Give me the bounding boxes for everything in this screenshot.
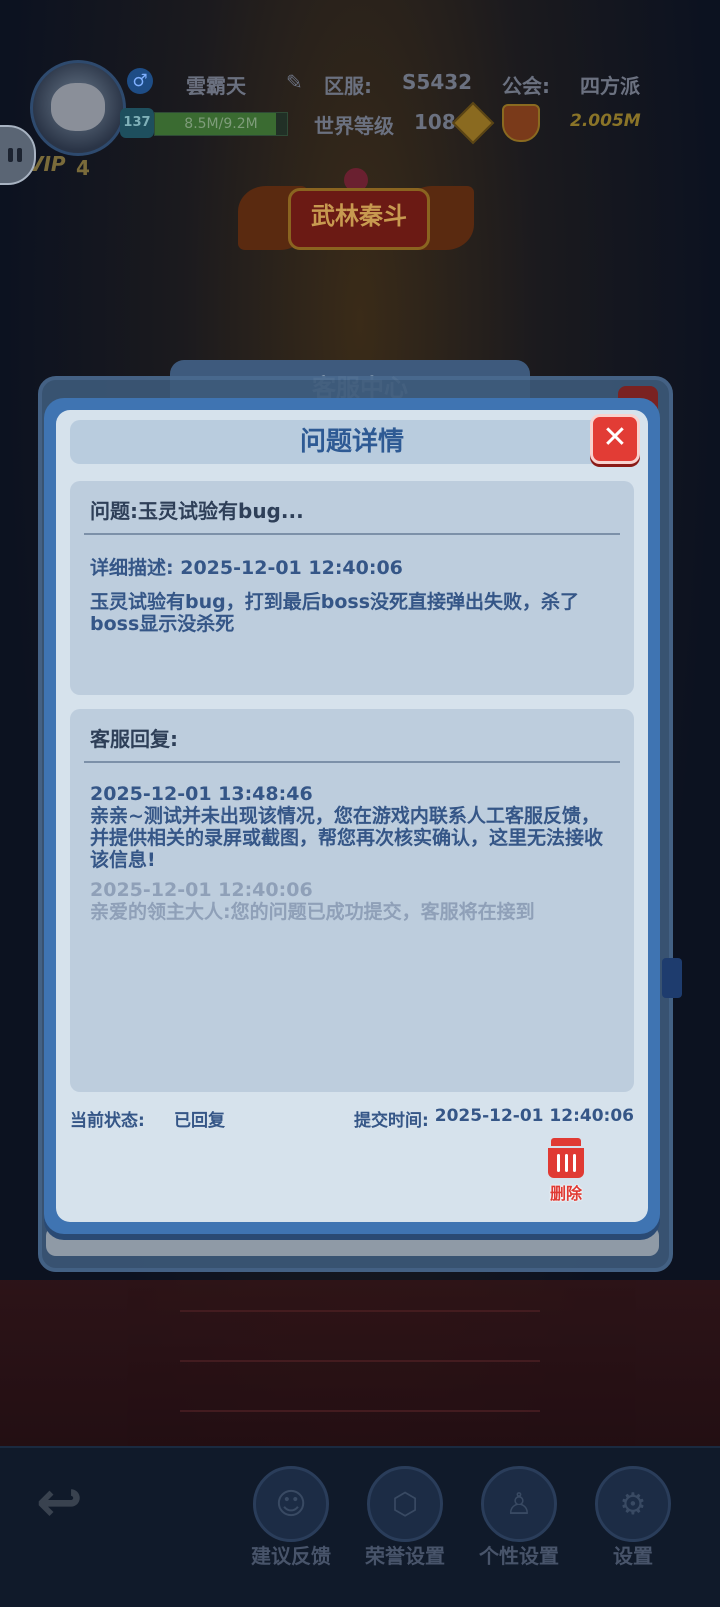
nav-personal-settings[interactable]: ♙ 个性设置	[474, 1466, 564, 1569]
event-banner-title: 武林秦斗	[288, 188, 430, 250]
reply-panel[interactable]: 客服回复: 2025-12-01 13:48:46 亲亲~测试并未出现该情况，您…	[70, 709, 634, 1092]
delete-label: 删除	[549, 1184, 582, 1203]
delete-button[interactable]: 删除	[540, 1138, 592, 1214]
status-value: 已回复	[174, 1111, 225, 1131]
world-level-value: 108	[414, 110, 456, 134]
nav-label: 设置	[613, 1544, 653, 1568]
nav-label: 个性设置	[479, 1544, 559, 1568]
server-label: 区服:	[324, 74, 372, 98]
exp-text: 8.5M/9.2M	[184, 116, 258, 132]
nav-settings[interactable]: ⚙ 设置	[588, 1466, 678, 1569]
divider	[84, 761, 620, 763]
server-value: S5432	[402, 70, 473, 94]
submit-time-value: 2025-12-01 12:40:06	[434, 1106, 634, 1126]
gear-icon: ⚙	[595, 1466, 671, 1542]
dialog-title: 问题详情	[70, 420, 634, 464]
status-row: 当前状态: 已回复 提交时间: 2025-12-01 12:40:06	[70, 1106, 634, 1134]
question-detail-line: 详细描述: 2025-12-01 12:40:06	[90, 553, 403, 580]
world-level-label: 世界等级	[314, 114, 394, 138]
combat-power-shield-icon	[502, 104, 540, 142]
question-panel: 问题:玉灵试验有bug... 详细描述: 2025-12-01 12:40:06…	[70, 481, 634, 695]
combat-power-value: 2.005M	[570, 111, 641, 131]
edit-name-icon[interactable]: ✎	[286, 70, 310, 94]
nav-label: 建议反馈	[251, 1544, 331, 1568]
event-banner[interactable]: 武林秦斗	[238, 168, 474, 268]
player-avatar[interactable]	[30, 60, 126, 156]
question-body: 玉灵试验有bug，打到最后boss没死直接弹出失败，杀了boss显示没杀死	[90, 591, 580, 635]
nav-label: 荣誉设置	[365, 1544, 445, 1568]
reply-text: 亲亲~测试并未出现该情况，您在游戏内联系人工客服反馈，并提供相关的录屏或截图，帮…	[90, 805, 604, 871]
nav-feedback[interactable]: ☺ 建议反馈	[246, 1466, 336, 1569]
close-button[interactable]: ✕	[590, 414, 640, 464]
detail-time: 2025-12-01 12:40:06	[180, 557, 403, 579]
question-heading: 问题:玉灵试验有bug...	[90, 499, 304, 523]
status-label: 当前状态:	[70, 1111, 145, 1131]
close-icon: ✕	[602, 420, 628, 455]
player-level-badge: 137	[120, 108, 154, 138]
guild-value: 四方派	[580, 74, 640, 98]
back-arrow-icon[interactable]: ↩	[36, 1470, 83, 1535]
person-icon: ♙	[481, 1466, 557, 1542]
reply-time: 2025-12-01 12:40:06	[90, 879, 313, 901]
submit-time-label: 提交时间:	[354, 1111, 429, 1131]
guild-label: 公会:	[502, 74, 550, 98]
male-gender-icon: ♂	[127, 68, 153, 94]
honor-hexagon-icon: ⬡	[367, 1466, 443, 1542]
reply-text: 亲爱的领主大人:您的问题已成功提交，客服将在接到	[90, 901, 535, 923]
reply-message: 2025-12-01 13:48:46 亲亲~测试并未出现该情况，您在游戏内联系…	[90, 783, 610, 871]
reply-list[interactable]: 2025-12-01 13:48:46 亲亲~测试并未出现该情况，您在游戏内联系…	[90, 783, 610, 932]
issue-detail-dialog: 问题详情 ✕ 问题:玉灵试验有bug... 详细描述: 2025-12-01 1…	[44, 398, 660, 1234]
nav-honor-settings[interactable]: ⬡ 荣誉设置	[360, 1466, 450, 1569]
divider	[84, 533, 620, 535]
side-ornament	[662, 958, 682, 998]
reply-heading: 客服回复:	[90, 727, 178, 751]
player-name: 雲霸天	[186, 74, 246, 98]
vip-level: 4	[76, 156, 90, 180]
exp-bar: 8.5M/9.2M	[154, 112, 288, 136]
reply-message: 2025-12-01 12:40:06 亲爱的领主大人:您的问题已成功提交，客服…	[90, 879, 610, 923]
trash-icon	[540, 1138, 592, 1178]
reply-time: 2025-12-01 13:48:46	[90, 783, 313, 805]
feedback-headset-icon: ☺	[253, 1466, 329, 1542]
detail-label: 详细描述:	[90, 557, 174, 579]
